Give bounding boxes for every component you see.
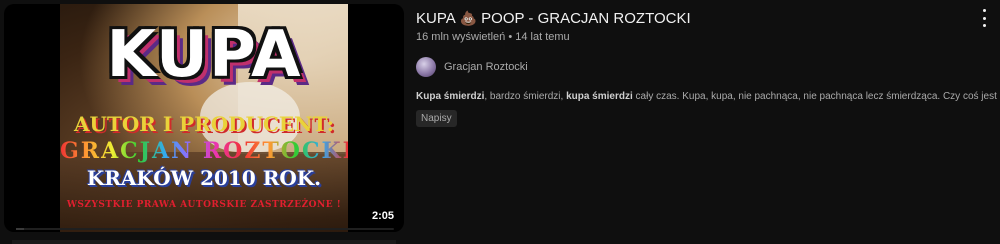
video-title-part-2: POOP - GRACJAN ROZTOCKI <box>481 10 691 27</box>
menu-dot <box>982 16 986 20</box>
poop-emoji-icon: 💩 <box>459 10 478 26</box>
snippet-text-2: cały czas. Kupa, kupa, nie pachnąca, nie… <box>632 91 1000 102</box>
thumbnail-line-author: AUTOR I PRODUCENT: <box>73 112 335 136</box>
watch-progress-bar <box>16 228 394 230</box>
watch-progress-fill <box>16 228 24 230</box>
view-count: 16 mln wyświetleń <box>416 31 506 43</box>
menu-dot <box>982 24 986 27</box>
channel-name[interactable]: Gracjan Roztocki <box>444 61 528 73</box>
video-title[interactable]: KUPA 💩 POOP - GRACJAN ROZTOCKI <box>416 8 976 29</box>
thumbnail-line-name: GRACJAN ROZTOCKI <box>60 138 348 164</box>
captions-badge: Napisy <box>416 110 457 127</box>
video-title-part-1: KUPA <box>416 10 456 27</box>
video-meta: KUPA 💩 POOP - GRACJAN ROZTOCKI 16 mln wyśw… <box>416 8 1000 127</box>
duration-badge: 2:05 <box>367 208 398 224</box>
channel-avatar[interactable] <box>416 57 436 77</box>
snippet-highlight-2: kupa śmierdzi <box>566 91 633 102</box>
video-result[interactable]: KUPA AUTOR I PRODUCENT: GRACJAN ROZTOCKI… <box>0 0 1000 244</box>
snippet-highlight-1: Kupa śmierdzi <box>416 91 485 102</box>
video-thumbnail[interactable]: KUPA AUTOR I PRODUCENT: GRACJAN ROZTOCKI… <box>4 4 404 232</box>
next-result-edge <box>12 240 396 244</box>
snippet-text-1: , bardzo śmierdzi, <box>484 91 567 102</box>
description-snippet: Kupa śmierdzi, bardzo śmierdzi, kupa śmi… <box>416 91 1000 102</box>
upload-age: 14 lat temu <box>515 31 570 43</box>
thumbnail-line-copyright: WSZYSTKIE PRAWA AUTORSKIE ZASTRZEŻONE ! <box>66 200 342 210</box>
video-stats: 16 mln wyświetleń • 14 lat temu <box>416 31 976 43</box>
channel-row[interactable]: Gracjan Roztocki <box>416 57 976 77</box>
more-vert-icon[interactable] <box>976 8 992 28</box>
stats-separator: • <box>508 31 513 43</box>
thumbnail-headline: KUPA <box>106 18 302 92</box>
menu-dot <box>982 9 986 12</box>
thumbnail-frame: KUPA AUTOR I PRODUCENT: GRACJAN ROZTOCKI… <box>60 4 348 232</box>
thumbnail-background-floor <box>60 152 348 232</box>
thumbnail-line-city-year: KRAKÓW 2010 ROK. <box>86 166 322 190</box>
